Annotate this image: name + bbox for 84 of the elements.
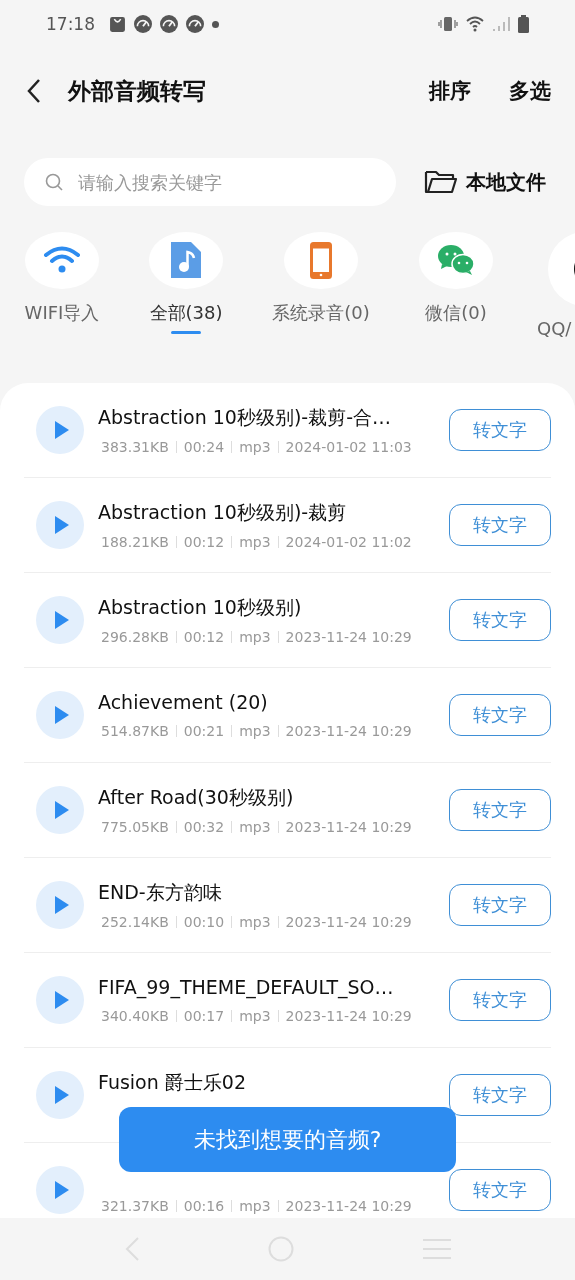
wifi-icon <box>466 16 484 32</box>
page-title: 外部音频转写 <box>68 76 206 106</box>
play-icon[interactable] <box>36 1166 84 1214</box>
transcribe-button[interactable]: 转文字 <box>449 1074 551 1116</box>
play-icon[interactable] <box>36 596 84 644</box>
play-icon[interactable] <box>36 501 84 549</box>
file-duration: 00:17 <box>183 1008 225 1024</box>
file-date: 2023-11-24 10:29 <box>285 819 412 835</box>
file-format: mp3 <box>239 914 271 930</box>
bag-icon <box>109 15 126 33</box>
vibrate-icon <box>438 16 458 32</box>
gauge-icon <box>134 15 152 33</box>
source-tab[interactable]: 微信(0) <box>395 232 517 334</box>
status-time: 17:18 <box>46 14 95 34</box>
file-size: 321.37KB <box>101 1198 169 1214</box>
file-duration: 00:12 <box>183 534 225 550</box>
file-size: 383.31KB <box>101 439 169 455</box>
file-format: mp3 <box>239 1198 271 1214</box>
file-duration: 00:16 <box>183 1198 225 1214</box>
source-tab[interactable]: WIFI导入 <box>23 232 101 334</box>
header-action[interactable]: 多选 <box>509 77 551 105</box>
file-format: mp3 <box>239 819 271 835</box>
file-name: Abstraction 10秒级别)-裁剪 <box>98 499 348 525</box>
help-banner-button[interactable]: 未找到想要的音频? <box>119 1107 456 1172</box>
file-date: 2023-11-24 10:29 <box>285 723 412 739</box>
gauge-icon <box>160 15 178 33</box>
file-name: FIFA_99_THEME_DEFAULT_SO… <box>98 975 395 1000</box>
file-name: Fusion 爵士乐02 <box>98 1069 247 1095</box>
file-date: 2023-11-24 10:29 <box>285 914 412 930</box>
local-files-button[interactable]: 本地文件 <box>424 168 546 196</box>
transcribe-button[interactable]: 转文字 <box>449 504 551 546</box>
file-name: Achievement (20) <box>98 690 269 715</box>
signal-icon <box>492 16 510 32</box>
file-duration: 00:12 <box>183 629 225 645</box>
file-date: 2024-01-02 11:02 <box>285 534 412 550</box>
search-field[interactable]: 请输入搜索关键字 <box>24 158 396 206</box>
file-size: 296.28KB <box>101 629 169 645</box>
file-format: mp3 <box>239 723 271 739</box>
file-duration: 00:24 <box>183 439 225 455</box>
battery-icon <box>518 15 529 33</box>
music-file-icon <box>171 242 201 279</box>
transcribe-button[interactable]: 转文字 <box>449 599 551 641</box>
play-icon[interactable] <box>36 786 84 834</box>
play-icon[interactable] <box>36 881 84 929</box>
dot-icon <box>212 20 219 28</box>
file-format: mp3 <box>239 534 271 550</box>
file-format: mp3 <box>239 1008 271 1024</box>
file-name: Abstraction 10秒级别) <box>98 594 303 620</box>
file-size: 514.87KB <box>101 723 169 739</box>
gauge-icon <box>186 15 204 33</box>
file-format: mp3 <box>239 629 271 645</box>
source-tab[interactable]: 全部(38) <box>125 232 247 334</box>
search-icon <box>44 172 64 192</box>
file-size: 252.14KB <box>101 914 169 930</box>
source-tab[interactable]: 系统录音(0) <box>260 232 382 334</box>
play-icon[interactable] <box>36 406 84 454</box>
file-name: END-东方韵味 <box>98 879 223 905</box>
file-date: 2024-01-02 11:03 <box>285 439 412 455</box>
chat-icon <box>437 244 475 277</box>
file-format: mp3 <box>239 439 271 455</box>
phone-icon <box>310 241 332 279</box>
header-action[interactable]: 排序 <box>429 77 471 105</box>
transcribe-button[interactable]: 转文字 <box>449 979 551 1021</box>
play-icon[interactable] <box>36 1071 84 1119</box>
file-date: 2023-11-24 10:29 <box>285 1198 412 1214</box>
folder-icon <box>424 168 458 196</box>
file-size: 188.21KB <box>101 534 169 550</box>
file-date: 2023-11-24 10:29 <box>285 1008 412 1024</box>
file-date: 2023-11-24 10:29 <box>285 629 412 645</box>
play-icon[interactable] <box>36 691 84 739</box>
transcribe-button[interactable]: 转文字 <box>449 789 551 831</box>
file-duration: 00:32 <box>183 819 225 835</box>
play-icon[interactable] <box>36 976 84 1024</box>
transcribe-button[interactable]: 转文字 <box>449 694 551 736</box>
back-icon[interactable] <box>26 78 42 104</box>
file-size: 775.05KB <box>101 819 169 835</box>
transcribe-button[interactable]: 转文字 <box>449 409 551 451</box>
transcribe-button[interactable]: 转文字 <box>449 884 551 926</box>
file-name: Abstraction 10秒级别)-裁剪-合… <box>98 404 393 430</box>
file-name: After Road(30秒级别) <box>98 784 295 810</box>
file-duration: 00:21 <box>183 723 225 739</box>
transcribe-button[interactable]: 转文字 <box>449 1169 551 1211</box>
file-duration: 00:10 <box>183 914 225 930</box>
file-size: 340.40KB <box>101 1008 169 1024</box>
